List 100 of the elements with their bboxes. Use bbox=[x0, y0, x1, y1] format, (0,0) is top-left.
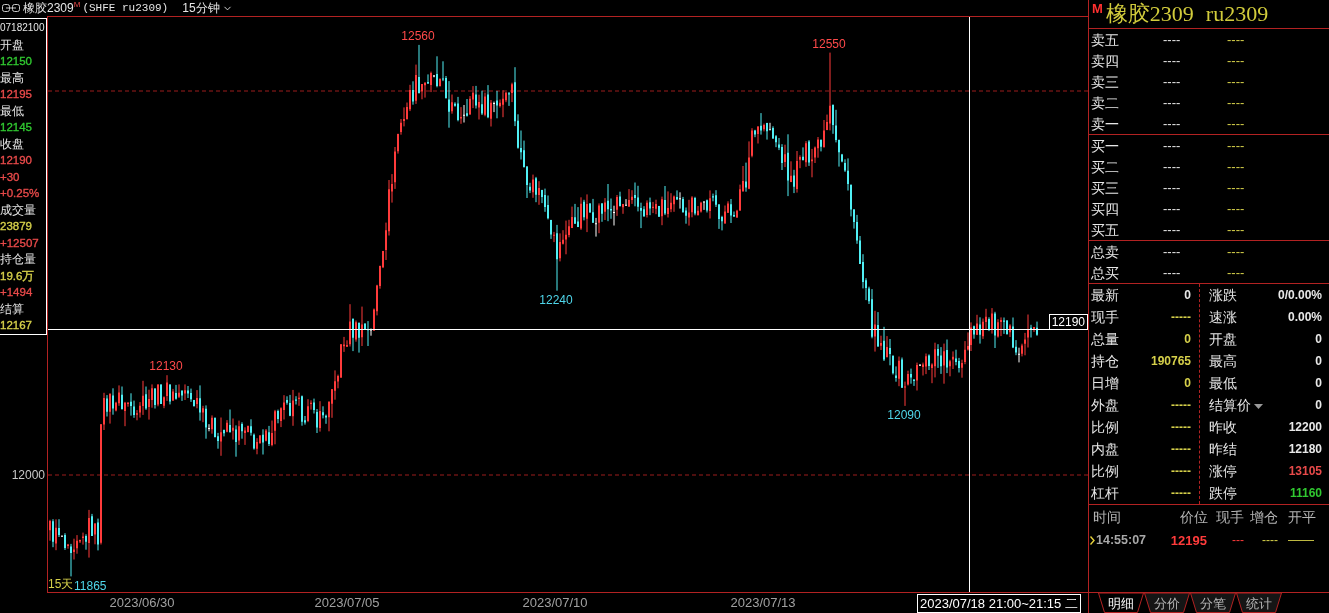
column-header: 开平 bbox=[1287, 509, 1316, 525]
crosshair-price-label: 12190 bbox=[1048, 314, 1088, 330]
order-label: 卖一 bbox=[1091, 115, 1119, 132]
order-price: ---- bbox=[1163, 244, 1181, 259]
order-price: ---- bbox=[1163, 201, 1181, 216]
trade-time: 14:55:07 bbox=[1096, 532, 1147, 548]
detail-tab[interactable]: 明细 bbox=[1098, 593, 1144, 613]
stat-label: 涨停 bbox=[1209, 463, 1237, 479]
order-price: ---- bbox=[1163, 95, 1181, 110]
stat-label: 涨跌 bbox=[1209, 287, 1237, 303]
stat-value: 12180 bbox=[1288, 442, 1322, 456]
field-label: 最低 bbox=[0, 102, 24, 119]
stat-label: 跌停 bbox=[1209, 485, 1237, 501]
exchange-code: (SHFE ru2309) bbox=[82, 2, 169, 14]
field-value: +30 bbox=[0, 169, 20, 185]
stat-label: 总量 bbox=[1091, 331, 1119, 347]
stat-value: ----- bbox=[1171, 464, 1191, 478]
order-volume: ---- bbox=[1227, 222, 1245, 237]
stat-label: 昨结 bbox=[1209, 441, 1237, 457]
order-volume: ---- bbox=[1227, 116, 1245, 131]
stat-value: 12200 bbox=[1288, 420, 1322, 434]
stat-value: 0 bbox=[1315, 376, 1322, 390]
order-label: 买三 bbox=[1091, 179, 1119, 196]
low-price-label: 12240 bbox=[539, 293, 573, 307]
caret-down-icon[interactable] bbox=[1254, 404, 1263, 409]
crosshair-time-label: 2023/07/18 21:00~21:15 二 bbox=[917, 594, 1081, 613]
x-axis-label: 2023/07/13 bbox=[730, 595, 796, 611]
column-header: 增仓 bbox=[1249, 509, 1278, 525]
field-value: 12167 bbox=[0, 318, 32, 333]
stat-value: 0/0.00% bbox=[1277, 288, 1322, 302]
stat-value: ----- bbox=[1171, 486, 1191, 500]
stat-label: 比例 bbox=[1091, 419, 1119, 435]
column-header: 时间 bbox=[1092, 509, 1121, 525]
order-price: ---- bbox=[1163, 116, 1181, 131]
order-price: ---- bbox=[1163, 53, 1181, 68]
market-letter-label: M bbox=[73, 1, 81, 9]
high-price-label: 12130 bbox=[149, 360, 183, 374]
field-value: 12190 bbox=[0, 153, 32, 168]
stat-label: 日增 bbox=[1091, 375, 1119, 391]
market-letter-label: M bbox=[1092, 2, 1103, 16]
stat-label: 昨收 bbox=[1209, 419, 1237, 435]
stat-value: 11160 bbox=[1289, 486, 1322, 500]
period-dropdown[interactable]: 15分钟 bbox=[182, 2, 233, 14]
stat-label: 最高 bbox=[1209, 353, 1237, 369]
y-axis-label: 12000 bbox=[11, 468, 45, 482]
stat-label: 最低 bbox=[1209, 375, 1237, 391]
order-volume: ---- bbox=[1227, 32, 1245, 47]
order-label: 卖二 bbox=[1091, 94, 1119, 111]
high-price-label: 12550 bbox=[812, 37, 846, 51]
stat-label: 比例 bbox=[1091, 463, 1119, 479]
trade-price: 12195 bbox=[1170, 532, 1208, 548]
order-label: 卖三 bbox=[1091, 73, 1119, 90]
link-icon[interactable] bbox=[2, 4, 20, 12]
low-price-label: 12090 bbox=[887, 408, 921, 422]
low-price-label: 11865 bbox=[74, 580, 107, 593]
detail-tab[interactable]: 分笔 bbox=[1190, 593, 1236, 613]
stat-value: 190765 bbox=[1150, 354, 1191, 368]
stat-value: 0 bbox=[1184, 332, 1191, 346]
order-volume: ---- bbox=[1227, 201, 1245, 216]
order-price: ---- bbox=[1163, 180, 1181, 195]
column-header: 价位 bbox=[1180, 509, 1209, 525]
order-label: 总卖 bbox=[1091, 243, 1119, 260]
field-value: 12145 bbox=[0, 120, 32, 135]
detail-tab[interactable]: 分价 bbox=[1144, 593, 1190, 613]
order-volume: ---- bbox=[1227, 180, 1245, 195]
contract-code: ru2309 bbox=[1205, 2, 1269, 26]
order-price: ---- bbox=[1163, 74, 1181, 89]
x-axis-label: 2023/07/05 bbox=[314, 595, 380, 611]
field-label: 成交量 bbox=[0, 201, 36, 218]
symbol-title: 橡胶2309 bbox=[23, 2, 74, 14]
order-label: 买五 bbox=[1091, 221, 1119, 238]
order-label: 买四 bbox=[1091, 200, 1119, 217]
field-value: 23879 bbox=[0, 219, 32, 234]
field-label: 开盘 bbox=[0, 36, 24, 53]
stat-label: 结算价 bbox=[1209, 397, 1251, 413]
stat-label: 速涨 bbox=[1209, 309, 1237, 325]
order-label: 卖五 bbox=[1091, 31, 1119, 48]
field-label: 结算 bbox=[0, 300, 24, 317]
detail-tab[interactable]: 统计 bbox=[1236, 593, 1282, 613]
field-label: 收盘 bbox=[0, 135, 24, 152]
stat-value: 0 bbox=[1184, 288, 1191, 302]
stat-label: 最新 bbox=[1091, 287, 1119, 303]
field-value: 12150 bbox=[0, 54, 32, 69]
order-price: ---- bbox=[1163, 265, 1181, 280]
order-volume: ---- bbox=[1227, 159, 1245, 174]
column-header: 现手 bbox=[1215, 509, 1244, 525]
order-label: 买二 bbox=[1091, 158, 1119, 175]
order-price: ---- bbox=[1163, 222, 1181, 237]
order-price: ---- bbox=[1163, 159, 1181, 174]
order-label: 总买 bbox=[1091, 264, 1119, 281]
order-volume: ---- bbox=[1227, 138, 1245, 153]
field-value: +0.25% bbox=[0, 186, 40, 201]
trade-volume: --- bbox=[1232, 533, 1245, 547]
stat-label: 开盘 bbox=[1209, 331, 1237, 347]
order-volume: ---- bbox=[1227, 95, 1245, 110]
trade-oi-change: ---- bbox=[1262, 533, 1279, 547]
stat-label: 持仓 bbox=[1091, 353, 1119, 369]
order-label: 卖四 bbox=[1091, 52, 1119, 69]
field-label: 最高 bbox=[0, 69, 24, 86]
field-value: 12195 bbox=[0, 87, 32, 102]
